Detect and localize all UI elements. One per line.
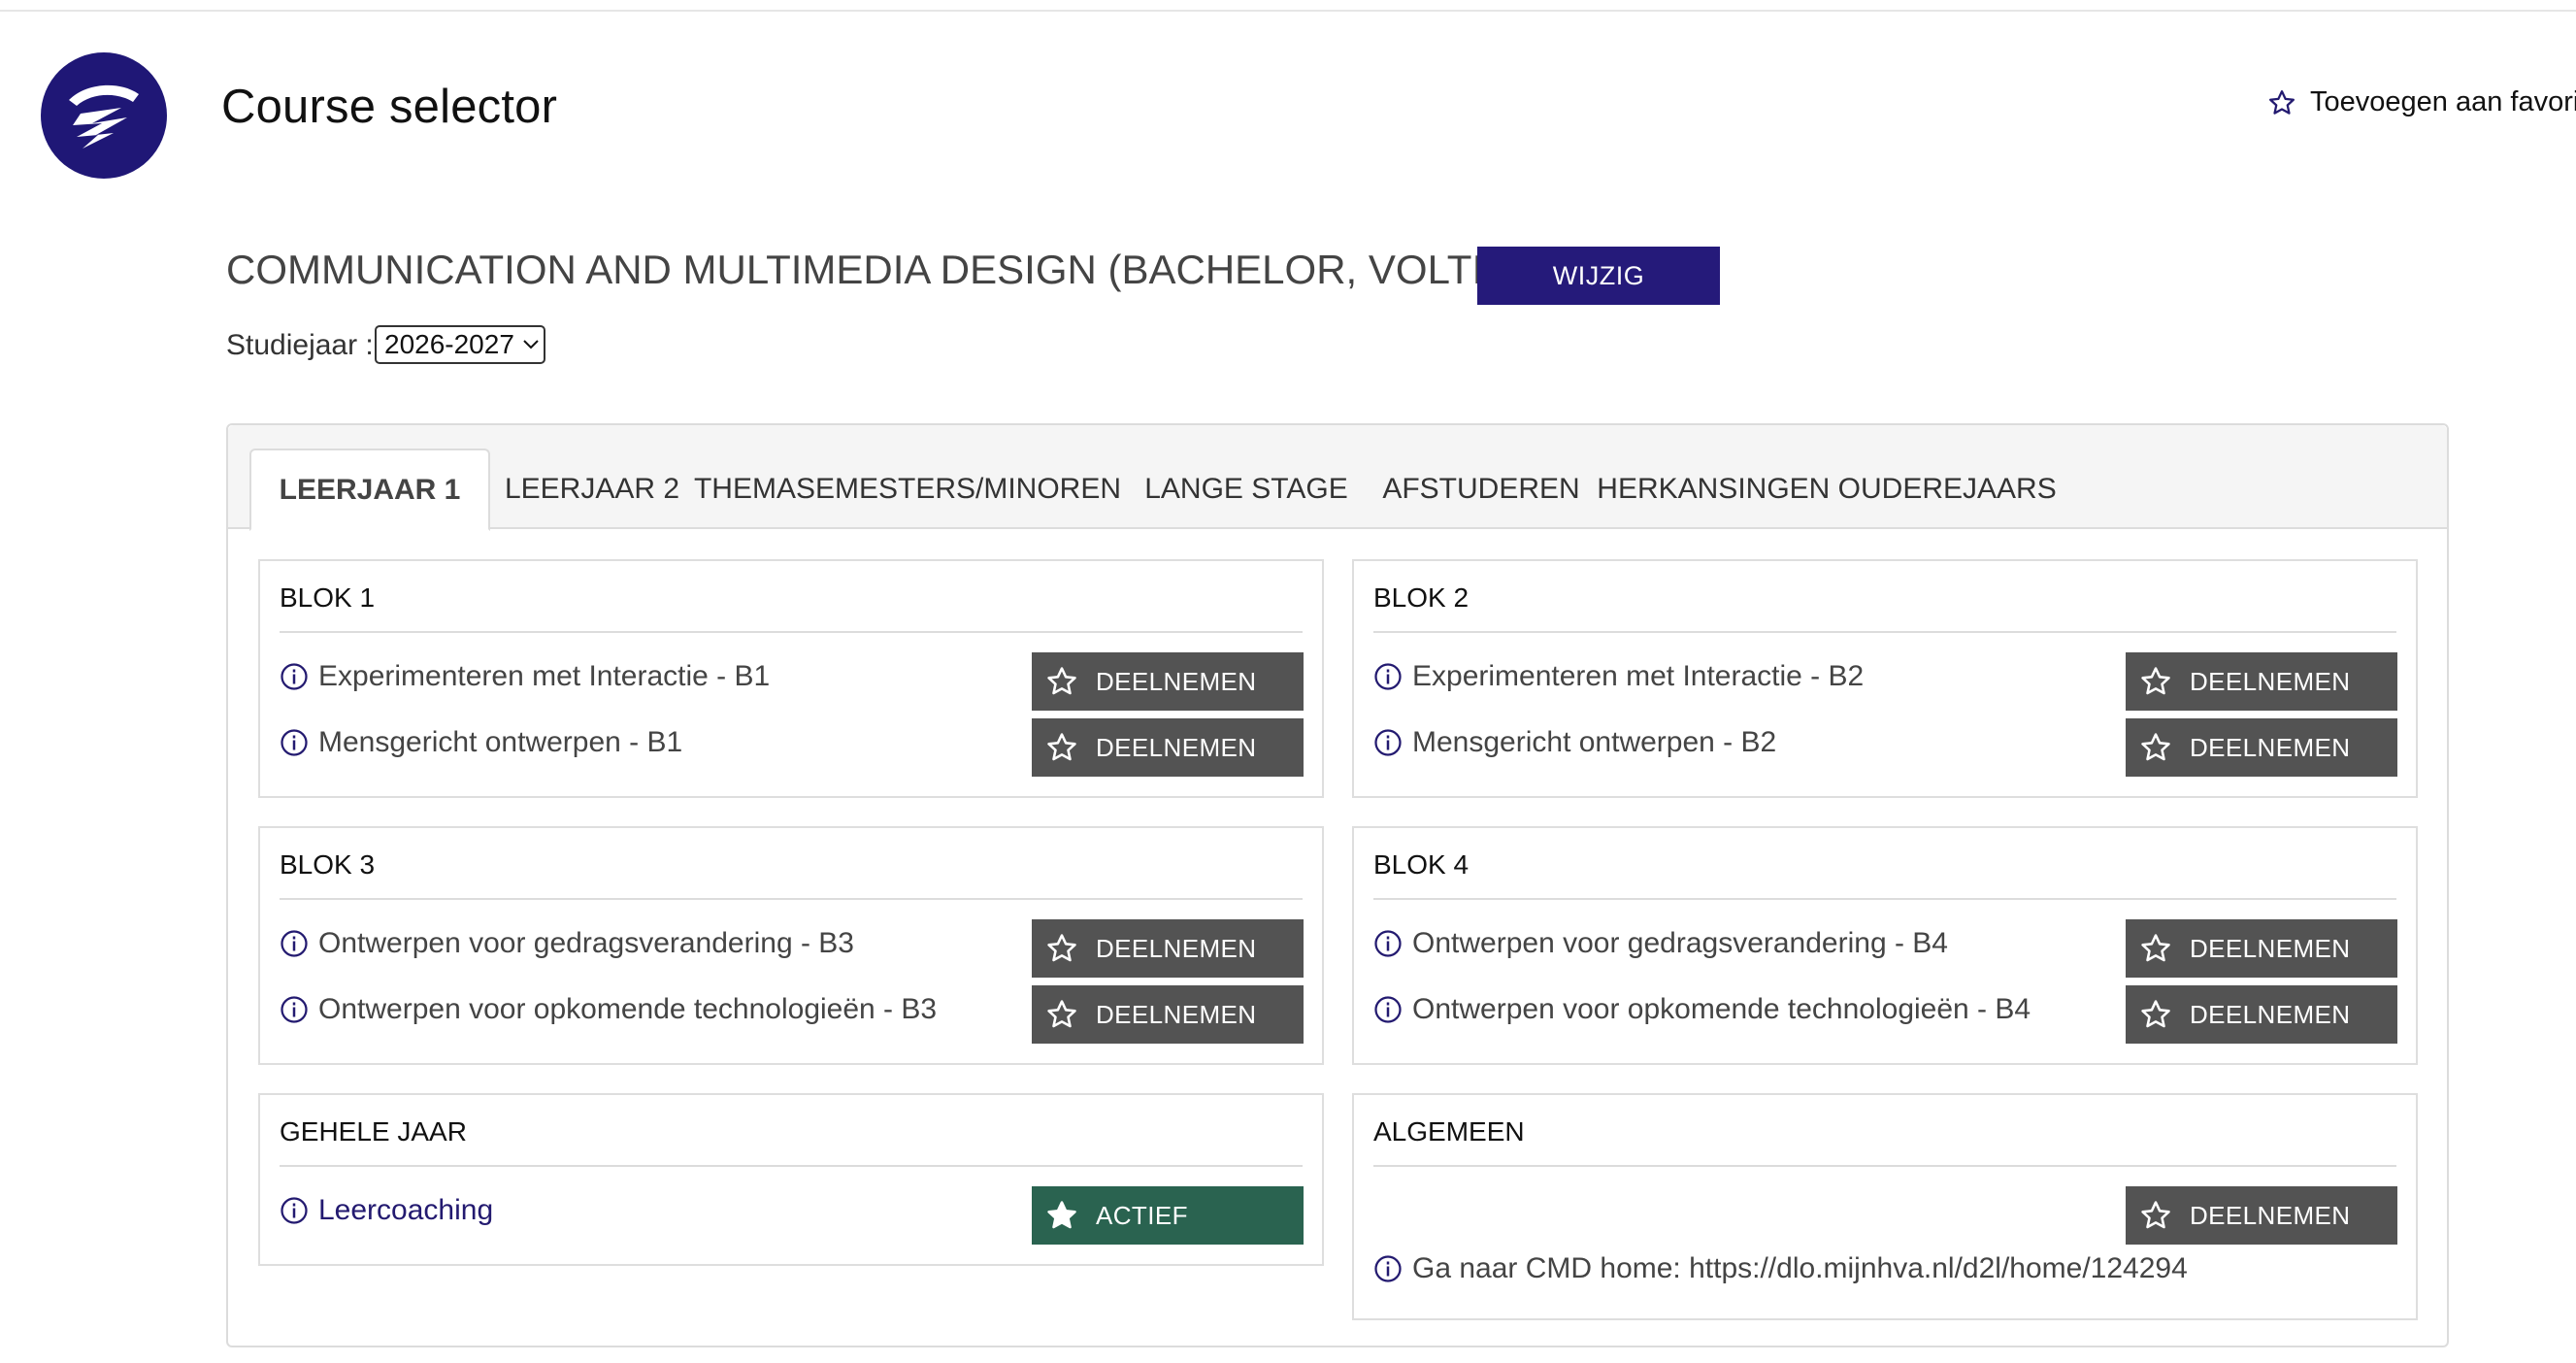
block-title: GEHELE JAAR	[280, 1116, 467, 1147]
info-icon	[1374, 1255, 1402, 1282]
star-outline-icon	[2269, 89, 2295, 115]
cmd-home-link[interactable]: Ga naar CMD home: https://dlo.mijnhva.nl…	[1373, 1252, 2188, 1285]
block-title: BLOK 3	[280, 849, 376, 880]
block-card-blok-3: BLOK 3 Ontwerpen voor gedragsverandering…	[258, 826, 1324, 1065]
chevron-down-icon	[523, 340, 539, 349]
program-title: COMMUNICATION AND MULTIMEDIA DESIGN (BAC…	[226, 247, 1547, 292]
join-button[interactable]: DEELNEMEN	[1032, 652, 1304, 711]
year-select[interactable]: 2026-2027	[375, 325, 545, 364]
block-title: ALGEMEEN	[1373, 1116, 1525, 1147]
star-outline-icon	[1047, 934, 1076, 962]
divider	[280, 1165, 1303, 1167]
active-button[interactable]: ACTIEF	[1032, 1186, 1304, 1245]
join-button[interactable]: DEELNEMEN	[2126, 1186, 2397, 1245]
course-name: Ontwerpen voor gedragsverandering - B3	[318, 927, 854, 959]
block-title: BLOK 4	[1373, 849, 1470, 880]
info-icon	[1374, 996, 1402, 1023]
block-card-blok-4: BLOK 4 Ontwerpen voor gedragsverandering…	[1352, 826, 2418, 1065]
star-outline-icon	[1047, 667, 1076, 695]
app-title: Course selector	[221, 81, 558, 133]
course-name: Leercoaching	[318, 1194, 494, 1226]
join-label: DEELNEMEN	[1096, 933, 1257, 963]
course-item[interactable]: Ontwerpen voor opkomende technologieën -…	[1373, 993, 2031, 1026]
logo-mark-icon	[69, 84, 139, 149]
tab-leerjaar-1[interactable]: LEERJAAR 1	[249, 449, 490, 531]
tab-leerjaar-2[interactable]: LEERJAAR 2	[505, 449, 679, 529]
join-label: DEELNEMEN	[1096, 732, 1257, 762]
course-item[interactable]: Ontwerpen voor gedragsverandering - B3	[280, 927, 854, 960]
star-filled-icon	[1047, 1201, 1076, 1229]
join-label: DEELNEMEN	[2190, 933, 2351, 963]
tab-bar: LEERJAAR 1 LEERJAAR 2 THEMASEMESTERS/MIN…	[228, 425, 2447, 531]
tab-lange-stage[interactable]: LANGE STAGE	[1144, 449, 1348, 529]
star-outline-icon	[1047, 733, 1076, 761]
info-icon	[281, 996, 308, 1023]
join-label: DEELNEMEN	[2190, 666, 2351, 696]
course-name: Experimenteren met Interactie - B2	[1412, 660, 1865, 692]
course-item[interactable]: Ontwerpen voor opkomende technologieën -…	[280, 993, 937, 1026]
star-outline-icon	[2141, 733, 2170, 761]
join-button[interactable]: DEELNEMEN	[2126, 985, 2397, 1044]
star-outline-icon	[1047, 1000, 1076, 1028]
tab-afstuderen[interactable]: AFSTUDEREN	[1377, 449, 1585, 529]
hva-logo[interactable]	[41, 52, 167, 179]
course-name: Ontwerpen voor gedragsverandering - B4	[1412, 927, 1948, 959]
course-item[interactable]: Mensgericht ontwerpen - B2	[1373, 726, 1776, 759]
block-card-gehele-jaar: GEHELE JAAR Leercoaching ACTIEF	[258, 1093, 1324, 1266]
join-label: DEELNEMEN	[2190, 1200, 2351, 1230]
course-name: Ontwerpen voor opkomende technologieën -…	[1412, 993, 2031, 1025]
course-item[interactable]: Experimenteren met Interactie - B2	[1373, 660, 1864, 693]
info-icon	[281, 729, 308, 756]
block-card-algemeen: ALGEMEEN DEELNEMEN Ga naar CMD home: htt…	[1352, 1093, 2418, 1320]
active-label: ACTIEF	[1096, 1200, 1188, 1230]
change-program-button[interactable]: WIJZIG	[1477, 247, 1720, 305]
course-item-leercoaching[interactable]: Leercoaching	[280, 1194, 493, 1227]
tab-themasemesters[interactable]: THEMASEMESTERS/MINOREN	[694, 449, 1121, 529]
info-icon	[281, 930, 308, 957]
course-panel: LEERJAAR 1 LEERJAAR 2 THEMASEMESTERS/MIN…	[226, 423, 2449, 1347]
join-button[interactable]: DEELNEMEN	[1032, 985, 1304, 1044]
cmd-home-link-text: Ga naar CMD home: https://dlo.mijnhva.nl…	[1412, 1252, 2188, 1284]
block-title: BLOK 2	[1373, 582, 1470, 613]
block-card-blok-2: BLOK 2 Experimenteren met Interactie - B…	[1352, 559, 2418, 798]
divider	[280, 898, 1303, 900]
course-name: Ontwerpen voor opkomende technologieën -…	[318, 993, 938, 1025]
join-label: DEELNEMEN	[1096, 999, 1257, 1029]
star-outline-icon	[2141, 1000, 2170, 1028]
join-button[interactable]: DEELNEMEN	[1032, 919, 1304, 978]
year-select-value: 2026-2027	[384, 329, 514, 359]
join-button[interactable]: DEELNEMEN	[2126, 652, 2397, 711]
top-border	[0, 0, 2576, 12]
add-to-favorites[interactable]: Toevoegen aan favorie	[2267, 86, 2576, 118]
join-label: DEELNEMEN	[2190, 732, 2351, 762]
info-icon	[281, 663, 308, 690]
join-button[interactable]: DEELNEMEN	[2126, 919, 2397, 978]
join-label: DEELNEMEN	[1096, 666, 1257, 696]
info-icon	[1374, 729, 1402, 756]
divider	[1373, 631, 2396, 633]
favorite-label: Toevoegen aan favorie	[2310, 86, 2576, 117]
join-label: DEELNEMEN	[2190, 999, 2351, 1029]
join-button[interactable]: DEELNEMEN	[2126, 718, 2397, 777]
block-card-blok-1: BLOK 1 Experimenteren met Interactie - B…	[258, 559, 1324, 798]
year-label: Studiejaar :	[226, 329, 374, 361]
course-name: Mensgericht ontwerpen - B1	[318, 726, 683, 758]
star-outline-icon	[2141, 934, 2170, 962]
join-button[interactable]: DEELNEMEN	[1032, 718, 1304, 777]
star-outline-icon	[2141, 1201, 2170, 1229]
divider	[1373, 1165, 2396, 1167]
star-outline-icon	[2141, 667, 2170, 695]
info-icon	[1374, 663, 1402, 690]
divider	[280, 631, 1303, 633]
course-name: Mensgericht ontwerpen - B2	[1412, 726, 1777, 758]
tab-herkansingen[interactable]: HERKANSINGEN OUDEREJAARS	[1597, 449, 2056, 529]
info-icon	[1374, 930, 1402, 957]
info-icon	[281, 1197, 308, 1224]
course-item[interactable]: Experimenteren met Interactie - B1	[280, 660, 770, 693]
divider	[1373, 898, 2396, 900]
block-title: BLOK 1	[280, 582, 376, 613]
course-item[interactable]: Ontwerpen voor gedragsverandering - B4	[1373, 927, 1948, 960]
course-name: Experimenteren met Interactie - B1	[318, 660, 771, 692]
course-item[interactable]: Mensgericht ontwerpen - B1	[280, 726, 682, 759]
